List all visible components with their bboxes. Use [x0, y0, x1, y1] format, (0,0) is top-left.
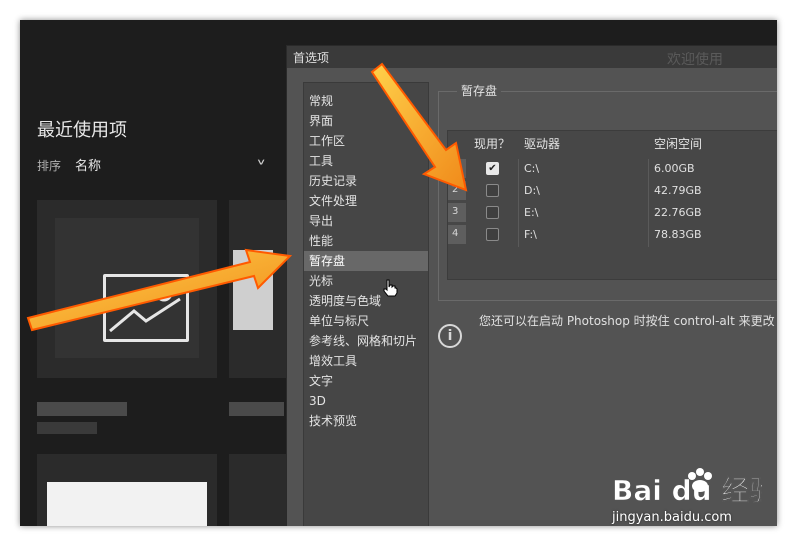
- blurred-file-name: [37, 402, 127, 416]
- hand-cursor-icon: [382, 279, 398, 301]
- nav-item[interactable]: 单位与标尺: [304, 311, 428, 331]
- background-welcome-text: 欢迎使用: [667, 52, 723, 68]
- photoshop-window: 最近使用项 排序 名称 ∨ 首选项 欢迎使用 常规 界面 工作区 工具 历史记录…: [20, 20, 777, 526]
- drive-name: D:\: [524, 184, 540, 197]
- column-header-drive: 驱动器: [524, 137, 561, 151]
- nav-item[interactable]: 光标: [304, 271, 428, 291]
- drive-name: F:\: [524, 228, 537, 241]
- nav-item[interactable]: 工作区: [304, 131, 428, 151]
- nav-item[interactable]: 透明度与色域: [304, 291, 428, 311]
- recent-file-thumbnail[interactable]: [229, 454, 289, 526]
- scratch-disk-table: 现用？ 驱动器 空闲空间 1 ✔ C:\ 6.00GB 2 D:\ 42.79GB 3 E:\ 2…: [447, 130, 777, 280]
- nav-item[interactable]: 参考线、网格和切片: [304, 331, 428, 351]
- info-icon: i: [438, 324, 462, 348]
- baidu-watermark-url: jingyan.baidu.com: [612, 510, 732, 525]
- screenshot-stage: 最近使用项 排序 名称 ∨ 首选项 欢迎使用 常规 界面 工作区 工具 历史记录…: [0, 0, 797, 546]
- row-number: 1: [448, 159, 466, 179]
- active-checkbox[interactable]: [486, 206, 499, 219]
- nav-item[interactable]: 文件处理: [304, 191, 428, 211]
- drive-name: C:\: [524, 162, 540, 175]
- recent-file-thumbnail[interactable]: [37, 200, 217, 378]
- row-number: 3: [448, 203, 466, 223]
- column-header-active: 现用？: [474, 137, 511, 151]
- baidu-logo: Bai du 经验: [612, 468, 778, 507]
- drive-name: E:\: [524, 206, 539, 219]
- nav-item[interactable]: 暂存盘: [304, 251, 428, 271]
- scratch-disk-legend: 暂存盘: [457, 82, 502, 99]
- nav-item[interactable]: 历史记录: [304, 171, 428, 191]
- row-number: 4: [448, 225, 466, 245]
- preferences-nav: 常规 界面 工作区 工具 历史记录 文件处理 导出 性能 暂存盘 光标 透明度与色域 单位与标尺 参考线…: [303, 82, 429, 526]
- nav-item[interactable]: 增效工具: [304, 351, 428, 371]
- blurred-thumbnail: [233, 250, 273, 330]
- baidu-watermark: Bai du 经验: [612, 468, 778, 516]
- dialog-title: 首选项: [293, 51, 330, 65]
- nav-item[interactable]: 导出: [304, 211, 428, 231]
- column-header-free-space: 空闲空间: [654, 137, 703, 151]
- free-space-value: 6.00GB: [654, 162, 695, 175]
- chevron-down-icon[interactable]: ∨: [256, 157, 266, 167]
- sort-label: 排序: [37, 159, 62, 173]
- table-row[interactable]: 1 ✔ C:\ 6.00GB: [448, 159, 777, 179]
- blurred-file-meta: [37, 422, 97, 434]
- svg-text:Bai du 经验: Bai du 经验: [612, 474, 762, 507]
- thumbnail-placeholder: [55, 218, 199, 358]
- image-icon: [103, 274, 189, 342]
- nav-item[interactable]: 工具: [304, 151, 428, 171]
- preferences-dialog: 首选项 欢迎使用 常规 界面 工作区 工具 历史记录 文件处理 导出 性能 暂存盘 光标 透明度与色…: [286, 45, 777, 526]
- recent-items-title: 最近使用项: [37, 120, 127, 141]
- free-space-value: 78.83GB: [654, 228, 702, 241]
- free-space-value: 22.76GB: [654, 206, 702, 219]
- sort-value[interactable]: 名称: [75, 155, 101, 174]
- table-row[interactable]: 3 E:\ 22.76GB: [448, 203, 777, 223]
- active-checkbox[interactable]: ✔: [486, 162, 499, 175]
- free-space-value: 42.79GB: [654, 184, 702, 197]
- active-checkbox[interactable]: [486, 184, 499, 197]
- blurred-file-name: [229, 402, 284, 416]
- active-checkbox[interactable]: [486, 228, 499, 241]
- nav-item[interactable]: 文字: [304, 371, 428, 391]
- row-number: 2: [448, 181, 466, 201]
- nav-item[interactable]: 性能: [304, 231, 428, 251]
- nav-item[interactable]: 3D: [304, 391, 428, 411]
- nav-item[interactable]: 常规: [304, 91, 428, 111]
- table-row[interactable]: 4 F:\ 78.83GB: [448, 225, 777, 245]
- nav-item[interactable]: 技术预览: [304, 411, 428, 431]
- nav-item[interactable]: 界面: [304, 111, 428, 131]
- info-text: 您还可以在启动 Photoshop 时按住 control-alt 来更改: [479, 314, 775, 328]
- blurred-thumbnail: [47, 482, 207, 526]
- table-row[interactable]: 2 D:\ 42.79GB: [448, 181, 777, 201]
